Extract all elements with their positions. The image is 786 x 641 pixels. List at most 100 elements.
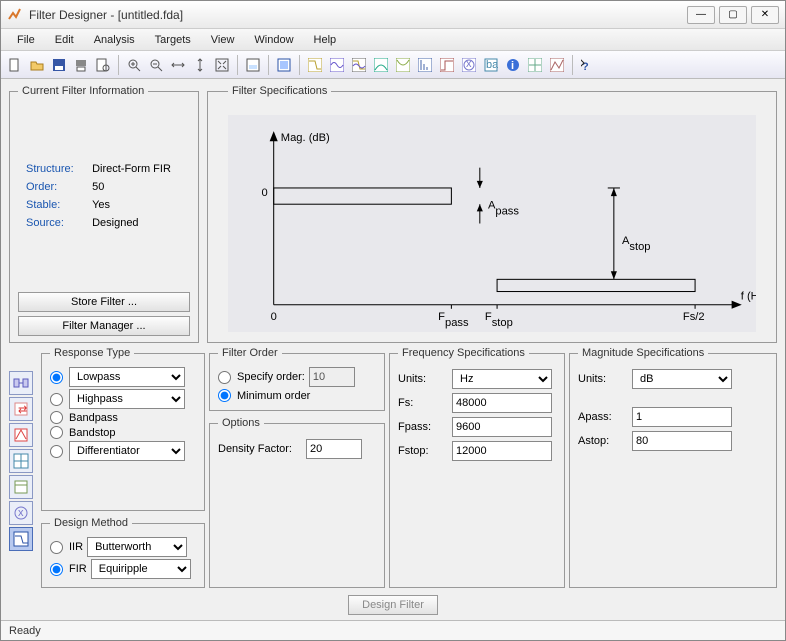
- menu-targets[interactable]: Targets: [145, 31, 201, 49]
- menu-edit[interactable]: Edit: [45, 31, 84, 49]
- select-highpass[interactable]: Highpass: [69, 389, 185, 409]
- magnitude-response-icon[interactable]: [305, 55, 325, 75]
- filter-specifications: Filter Specifications Mag. (dB) f (Hz): [207, 85, 777, 343]
- filter-coeffs-icon[interactable]: ba: [481, 55, 501, 75]
- phase-delay-icon[interactable]: [393, 55, 413, 75]
- radio-fir[interactable]: [50, 563, 63, 576]
- structure-value: Direct-Form FIR: [88, 161, 188, 177]
- input-fpass[interactable]: [452, 417, 552, 437]
- input-specify-order: [309, 367, 355, 387]
- help-icon[interactable]: ?: [578, 55, 598, 75]
- filter-analysis-icon[interactable]: [547, 55, 567, 75]
- response-type-legend: Response Type: [50, 347, 134, 359]
- sidebar-design-filter-icon[interactable]: [9, 527, 33, 551]
- y-axis-label: Mag. (dB): [281, 132, 330, 144]
- filter-visualize-icon[interactable]: [525, 55, 545, 75]
- mag-legend: Magnitude Specifications: [578, 347, 708, 359]
- sidebar-xform-icon[interactable]: [9, 423, 33, 447]
- impulse-response-icon[interactable]: [415, 55, 435, 75]
- radio-lowpass[interactable]: [50, 371, 63, 384]
- options-legend: Options: [218, 417, 264, 429]
- titlebar: Filter Designer - [untitled.fda] — ▢ ✕: [1, 1, 785, 29]
- input-fstop[interactable]: [452, 441, 552, 461]
- label-bandpass: Bandpass: [69, 412, 118, 424]
- mag-phase-icon[interactable]: [349, 55, 369, 75]
- select-freq-units[interactable]: Hz: [452, 369, 552, 389]
- design-filter-button[interactable]: Design Filter: [348, 595, 438, 615]
- sidebar-import-icon[interactable]: [9, 475, 33, 499]
- menu-analysis[interactable]: Analysis: [84, 31, 145, 49]
- svg-text:x: x: [466, 58, 472, 70]
- radio-highpass[interactable]: [50, 393, 63, 406]
- radio-diff[interactable]: [50, 445, 63, 458]
- print-preview-icon[interactable]: [93, 55, 113, 75]
- input-fs[interactable]: [452, 393, 552, 413]
- sidebar-realize-icon[interactable]: [9, 371, 33, 395]
- toolbar-separator: [237, 55, 238, 75]
- sidebar-multirate-icon[interactable]: [9, 449, 33, 473]
- fpass-label: Fpass:: [398, 421, 446, 433]
- zoom-y-icon[interactable]: [190, 55, 210, 75]
- radio-specify-order[interactable]: [218, 371, 231, 384]
- structure-label: Structure:: [22, 161, 86, 177]
- maximize-button[interactable]: ▢: [719, 6, 747, 24]
- design-method-group: Design Method IIR Butterworth FIR Equiri…: [41, 517, 205, 588]
- window-title: Filter Designer - [untitled.fda]: [29, 8, 683, 22]
- status-text: Ready: [9, 625, 41, 637]
- menu-window[interactable]: Window: [244, 31, 303, 49]
- open-file-icon[interactable]: [27, 55, 47, 75]
- zoom-full-icon[interactable]: [212, 55, 232, 75]
- close-button[interactable]: ✕: [751, 6, 779, 24]
- svg-text:x: x: [18, 507, 24, 519]
- radio-bandstop[interactable]: [50, 426, 63, 439]
- astop-label: Astop:: [578, 435, 626, 447]
- menu-view[interactable]: View: [201, 31, 245, 49]
- radio-bandpass[interactable]: [50, 411, 63, 424]
- svg-text:i: i: [511, 60, 514, 72]
- select-fir[interactable]: Equiripple: [91, 559, 191, 579]
- radio-iir[interactable]: [50, 541, 63, 554]
- menu-help[interactable]: Help: [304, 31, 347, 49]
- new-file-icon[interactable]: [5, 55, 25, 75]
- filter-designer-window: Filter Designer - [untitled.fda] — ▢ ✕ F…: [0, 0, 786, 641]
- select-lowpass[interactable]: Lowpass: [69, 367, 185, 387]
- radio-min-order[interactable]: [218, 389, 231, 402]
- phase-response-icon[interactable]: [327, 55, 347, 75]
- group-delay-icon[interactable]: [371, 55, 391, 75]
- select-iir[interactable]: Butterworth: [87, 537, 187, 557]
- minimize-button[interactable]: —: [687, 6, 715, 24]
- svg-text:Astop: Astop: [622, 235, 651, 253]
- label-min-order: Minimum order: [237, 390, 310, 402]
- menu-file[interactable]: File: [7, 31, 45, 49]
- sidebar-pz-editor-icon[interactable]: x: [9, 501, 33, 525]
- zoom-in-icon[interactable]: [124, 55, 144, 75]
- sidebar-quantize-icon[interactable]: ⇄: [9, 397, 33, 421]
- filter-manager-button[interactable]: Filter Manager ...: [18, 316, 190, 336]
- filter-order-legend: Filter Order: [218, 347, 282, 359]
- filter-info-icon[interactable]: i: [503, 55, 523, 75]
- print-icon[interactable]: [71, 55, 91, 75]
- svg-text:Fpass: Fpass: [438, 311, 469, 329]
- svg-text:⇄: ⇄: [18, 404, 27, 416]
- select-diff[interactable]: Differentiator: [69, 441, 185, 461]
- x-tick-fs2: Fs/2: [683, 311, 705, 323]
- x-tick-0: 0: [271, 311, 277, 323]
- magnitude-spec-group: Magnitude Specifications Units:dB Apass:…: [569, 347, 777, 588]
- filter-spec-editor-icon[interactable]: [243, 55, 263, 75]
- zoom-x-icon[interactable]: [168, 55, 188, 75]
- pole-zero-icon[interactable]: x: [459, 55, 479, 75]
- input-density[interactable]: [306, 439, 362, 459]
- save-icon[interactable]: [49, 55, 69, 75]
- step-response-icon[interactable]: [437, 55, 457, 75]
- zoom-out-icon[interactable]: [146, 55, 166, 75]
- stable-value: Yes: [88, 197, 188, 213]
- select-mag-units[interactable]: dB: [632, 369, 732, 389]
- toolbar-separator: [572, 55, 573, 75]
- filter-spec-diagram: Mag. (dB) f (Hz) 0 0 Fpass Fstop: [228, 115, 756, 332]
- input-astop[interactable]: [632, 431, 732, 451]
- store-filter-button[interactable]: Store Filter ...: [18, 292, 190, 312]
- input-apass[interactable]: [632, 407, 732, 427]
- label-specify-order: Specify order:: [237, 371, 305, 383]
- full-view-icon[interactable]: [274, 55, 294, 75]
- svg-text:Fstop: Fstop: [485, 311, 513, 329]
